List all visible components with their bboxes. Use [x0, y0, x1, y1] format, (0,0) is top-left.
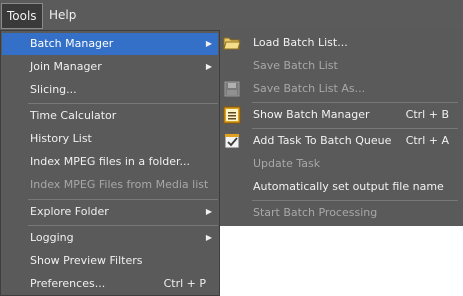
shortcut-label: Ctrl + B — [405, 108, 449, 121]
submenu-item-auto-output-name[interactable]: Automatically set output file name — [220, 175, 463, 199]
menu-item-label: Show Batch Manager — [253, 108, 370, 121]
menu-item-label: Start Batch Processing — [253, 206, 378, 219]
menu-item-time-calculator[interactable]: Time Calculator — [2, 105, 218, 127]
menu-separator — [28, 103, 218, 104]
menu-item-preferences[interactable]: Preferences... Ctrl + P — [2, 273, 218, 295]
submenu-item-update-task: Update Task — [220, 152, 463, 176]
menu-item-history-list[interactable]: History List — [2, 128, 218, 150]
menu-item-label: Preferences... — [30, 277, 106, 290]
menu-item-label: History List — [30, 132, 92, 145]
submenu-item-load-batch-list[interactable]: Load Batch List... — [220, 31, 463, 55]
menu-item-label: Batch Manager — [30, 37, 114, 50]
save-icon — [223, 80, 241, 98]
menu-item-label: Time Calculator — [30, 109, 117, 122]
menu-item-label: Load Batch List... — [253, 36, 348, 49]
menu-tools[interactable]: Tools — [1, 3, 43, 29]
menu-item-label: Show Preview Filters — [30, 254, 143, 267]
submenu-item-save-batch-list-as: Save Batch List As... — [220, 77, 463, 101]
shortcut-label: Ctrl + A — [405, 134, 449, 147]
menu-item-batch-manager[interactable]: Batch Manager ▶ — [2, 33, 218, 55]
submenu-item-save-batch-list: Save Batch List — [220, 54, 463, 78]
menu-item-label: Index MPEG Files from Media list — [30, 178, 209, 191]
menu-separator — [28, 199, 218, 200]
submenu-arrow-icon: ▶ — [205, 39, 212, 48]
submenu-arrow-icon: ▶ — [205, 62, 212, 71]
menu-item-join-manager[interactable]: Join Manager ▶ — [2, 56, 218, 78]
menu-bar: Tools Help — [0, 0, 463, 32]
menu-item-slicing[interactable]: Slicing... — [2, 79, 218, 101]
batch-manager-submenu: Load Batch List... Save Batch List Save … — [220, 30, 463, 226]
menu-item-logging[interactable]: Logging ▶ — [2, 227, 218, 249]
shortcut-label: Ctrl + P — [163, 277, 206, 290]
menu-item-label: Logging — [30, 231, 74, 244]
tools-menu: Batch Manager ▶ Join Manager ▶ Slicing..… — [0, 30, 220, 296]
batch-list-icon — [223, 106, 241, 124]
menu-separator — [28, 225, 218, 226]
menu-item-show-preview-filters[interactable]: Show Preview Filters — [2, 250, 218, 272]
menu-item-label: Automatically set output file name — [253, 180, 444, 193]
menu-item-index-mpeg-media-list: Index MPEG Files from Media list — [2, 174, 218, 196]
menu-item-index-mpeg-folder[interactable]: Index MPEG files in a folder... — [2, 151, 218, 173]
menu-item-explore-folder[interactable]: Explore Folder ▶ — [2, 201, 218, 223]
submenu-item-add-task[interactable]: Add Task To Batch Queue Ctrl + A — [220, 129, 463, 153]
submenu-item-show-batch-manager[interactable]: Show Batch Manager Ctrl + B — [220, 103, 463, 127]
menu-item-label: Index MPEG files in a folder... — [30, 155, 191, 168]
submenu-arrow-icon: ▶ — [205, 233, 212, 242]
menu-item-label: Slicing... — [30, 83, 77, 96]
menu-help[interactable]: Help — [44, 3, 81, 27]
menu-item-label: Update Task — [253, 157, 321, 170]
menu-item-label: Save Batch List — [253, 59, 338, 72]
submenu-arrow-icon: ▶ — [205, 207, 212, 216]
menu-item-label: Save Batch List As... — [253, 82, 366, 95]
menu-item-label: Explore Folder — [30, 205, 109, 218]
submenu-item-start-batch: Start Batch Processing — [220, 201, 463, 225]
menu-item-label: Add Task To Batch Queue — [253, 134, 392, 147]
add-task-icon — [223, 132, 241, 150]
menu-item-label: Join Manager — [30, 60, 102, 73]
folder-open-icon — [223, 34, 241, 52]
